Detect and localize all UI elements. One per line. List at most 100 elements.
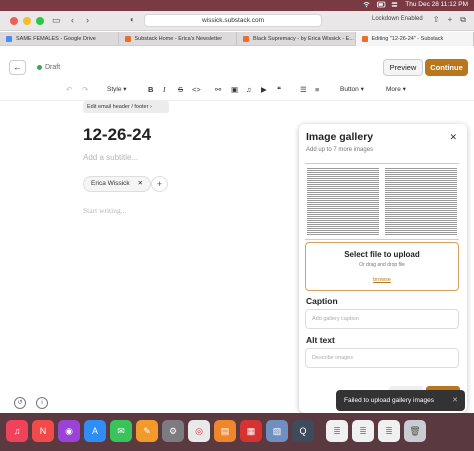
upload-subtitle: Or drag and drop file <box>359 262 405 268</box>
more-label: More <box>386 86 401 93</box>
style-label: Style <box>107 86 122 93</box>
plus-icon: + <box>156 179 163 189</box>
author-chip[interactable]: Erica Wissick ✕ <box>83 176 152 192</box>
code-icon[interactable]: <> <box>192 85 201 94</box>
document-thumb-icon[interactable]: ≣ <box>352 420 374 442</box>
bullet-list-icon[interactable]: ☰ <box>300 85 307 94</box>
forward-icon[interactable]: › <box>86 15 89 25</box>
dock: ♫ N ◉ A ✉ ✎ ⚙ ◎ ▤ ▦ ▨ Q ≣ ≣ ≣ 🗑 <box>0 413 474 451</box>
caption-label: Caption <box>306 296 338 306</box>
tab-bar: SAME FEMALES - Google Drive Substack Hom… <box>0 32 474 46</box>
edit-email-header-button[interactable]: Edit email header / footer › <box>83 101 169 113</box>
tab-label: Editing "12-26-24" - Substack <box>371 36 444 42</box>
remove-author-icon[interactable]: ✕ <box>138 177 143 191</box>
url-text: wissick.substack.com <box>201 17 265 24</box>
quote-icon[interactable]: ❝ <box>277 85 281 94</box>
news-icon[interactable]: N <box>32 420 54 442</box>
settings-icon[interactable]: ⚙ <box>162 420 184 442</box>
style-dropdown[interactable]: Style ▾ <box>107 85 127 93</box>
button-label: Button <box>340 86 359 93</box>
gallery-image[interactable] <box>383 164 459 239</box>
redo-icon[interactable]: ↷ <box>82 85 88 94</box>
editor-header: ← Draft Preview Continue <box>0 47 474 79</box>
books-icon[interactable]: ▤ <box>214 420 236 442</box>
close-icon[interactable]: ✕ <box>449 132 457 143</box>
document-thumb-icon[interactable]: ≣ <box>326 420 348 442</box>
browse-link[interactable]: browse <box>373 277 391 283</box>
video-icon[interactable]: ▶ <box>261 85 267 94</box>
privacy-shield-icon[interactable]: ◐ <box>130 15 135 24</box>
alt-text-input[interactable]: Describe images <box>305 348 459 368</box>
lockdown-status: Lockdown Enabled <box>372 16 423 22</box>
close-window-button[interactable] <box>10 17 18 25</box>
sidebar-toggle-icon[interactable]: ▭ <box>52 15 61 26</box>
info-icon[interactable]: i <box>36 397 48 409</box>
upload-dropzone[interactable]: Select file to upload Or drag and drop f… <box>305 242 459 291</box>
tab-label: Substack Home - Erica's Newsletter <box>134 36 223 42</box>
music-icon[interactable]: ♫ <box>6 420 28 442</box>
control-center-icon[interactable] <box>391 1 398 8</box>
tab-black-supremacy[interactable]: Black Supremacy - by Erica Wissick - E..… <box>237 32 356 46</box>
wifi-icon[interactable] <box>363 1 370 8</box>
upload-title: Select file to upload <box>344 250 420 259</box>
strikethrough-icon[interactable]: S <box>178 85 183 94</box>
caption-input[interactable]: Add gallery caption <box>305 309 459 329</box>
gallery-title: Image gallery <box>306 131 374 143</box>
tab-google-drive[interactable]: SAME FEMALES - Google Drive <box>0 32 119 46</box>
preview-icon[interactable]: ▨ <box>266 420 288 442</box>
app-store-icon[interactable]: A <box>84 420 106 442</box>
history-icon[interactable]: ↺ <box>14 397 26 409</box>
chrome-icon[interactable]: ◎ <box>188 420 210 442</box>
window-controls <box>10 17 44 25</box>
clock[interactable]: Thu Dec 28 11:12 PM <box>405 1 468 8</box>
trash-icon[interactable]: 🗑 <box>404 420 426 442</box>
address-bar[interactable]: wissick.substack.com <box>144 14 322 27</box>
messages-icon[interactable]: ✉ <box>110 420 132 442</box>
share-icon[interactable]: ⇧ <box>433 15 440 25</box>
alt-text-label: Alt text <box>306 335 335 345</box>
new-tab-icon[interactable]: + <box>448 15 453 25</box>
back-button[interactable]: ← <box>9 60 26 75</box>
body-editor[interactable]: Start writing... <box>83 206 126 215</box>
gallery-thumbnails <box>305 163 459 240</box>
minimize-window-button[interactable] <box>23 17 31 25</box>
pages-icon[interactable]: ✎ <box>136 420 158 442</box>
draft-label: Draft <box>45 64 61 71</box>
substack-icon <box>243 36 249 42</box>
add-author-button[interactable]: + <box>151 176 168 192</box>
more-dropdown[interactable]: More ▾ <box>386 85 406 93</box>
image-gallery-panel: Image gallery ✕ Add up to 7 more images … <box>299 124 467 413</box>
preview-button[interactable]: Preview <box>383 59 423 76</box>
zoom-window-button[interactable] <box>36 17 44 25</box>
post-title[interactable]: 12-26-24 <box>83 125 151 145</box>
undo-icon[interactable]: ↶ <box>66 85 72 94</box>
photo-booth-icon[interactable]: ▦ <box>240 420 262 442</box>
podcasts-icon[interactable]: ◉ <box>58 420 80 442</box>
button-dropdown[interactable]: Button ▾ <box>340 85 364 93</box>
bold-icon[interactable]: B <box>148 85 153 94</box>
arrow-left-icon: ← <box>13 62 22 72</box>
subtitle-input[interactable]: Add a subtitle... <box>83 153 138 162</box>
document-thumb-icon[interactable]: ≣ <box>378 420 400 442</box>
status-dot <box>37 65 42 70</box>
browser-window: ▭ ‹ › ◐ wissick.substack.com Lockdown En… <box>0 11 474 413</box>
italic-icon[interactable]: I <box>163 85 166 94</box>
error-toast: Failed to upload gallery images ✕ <box>336 390 465 411</box>
battery-icon[interactable] <box>377 1 386 8</box>
link-icon[interactable]: ⚯ <box>215 85 221 94</box>
numbered-list-icon[interactable]: ≡ <box>315 85 319 94</box>
image-icon[interactable]: ▣ <box>231 85 238 94</box>
tab-label: Black Supremacy - by Erica Wissick - E..… <box>253 36 354 42</box>
quicktime-icon[interactable]: Q <box>292 420 314 442</box>
gallery-subtitle: Add up to 7 more images <box>306 147 374 153</box>
audio-icon[interactable]: ♫ <box>246 85 252 94</box>
substack-icon <box>124 36 131 42</box>
tab-editing[interactable]: Editing "12-26-24" - Substack <box>355 32 474 46</box>
tab-substack-home[interactable]: Substack Home - Erica's Newsletter <box>119 32 237 46</box>
gallery-image[interactable] <box>305 164 381 239</box>
continue-button[interactable]: Continue <box>425 59 468 76</box>
tab-overview-icon[interactable]: ⧉ <box>460 15 466 25</box>
google-drive-icon <box>6 36 12 42</box>
back-icon[interactable]: ‹ <box>71 15 74 25</box>
close-icon[interactable]: ✕ <box>452 390 458 411</box>
